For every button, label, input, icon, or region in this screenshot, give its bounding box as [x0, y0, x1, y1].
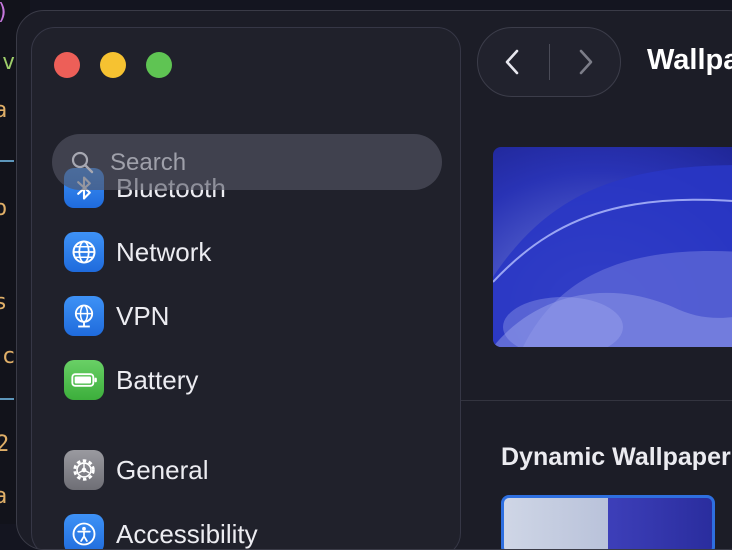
- gear-icon: [64, 450, 104, 490]
- page-title: Wallpa: [647, 44, 732, 76]
- sidebar: Bluetooth Network: [31, 27, 461, 549]
- wallpaper-preview: [493, 147, 732, 347]
- content-pane: Wallpa Dynamic Wallpaper: [461, 11, 732, 549]
- background-code-fragment: s: [0, 290, 8, 315]
- sidebar-item-label: VPN: [116, 301, 170, 331]
- sidebar-item-general[interactable]: General: [50, 446, 430, 494]
- system-settings-window: Bluetooth Network: [16, 10, 732, 550]
- background-code-fragment: v: [2, 50, 16, 75]
- globe-icon: [64, 232, 104, 272]
- section-divider: [461, 400, 732, 401]
- battery-icon: [64, 360, 104, 400]
- chevron-left-icon: [505, 49, 519, 75]
- section-title: Dynamic Wallpaper: [501, 443, 731, 471]
- background-code-fragment: 2: [0, 432, 10, 457]
- background-code-fragment: a: [0, 98, 8, 123]
- forward-button[interactable]: [550, 28, 620, 96]
- background-code-marker: [0, 398, 14, 400]
- background-code-fragment: o: [0, 196, 8, 221]
- vpn-globe-icon: [64, 296, 104, 336]
- search-input[interactable]: [108, 134, 412, 192]
- sidebar-item-label: Battery: [116, 365, 199, 395]
- accessibility-icon: [64, 514, 104, 549]
- background-code-marker: [0, 160, 14, 162]
- settings-list: Bluetooth Network: [32, 28, 460, 549]
- search-icon: [71, 151, 94, 174]
- sidebar-item-label: General: [116, 455, 209, 485]
- wallpaper-thumbnail[interactable]: [501, 495, 715, 549]
- navigation-buttons: [477, 27, 621, 97]
- sidebar-item-vpn[interactable]: VPN: [50, 292, 430, 340]
- sidebar-item-battery[interactable]: Battery: [50, 356, 430, 404]
- sidebar-item-network[interactable]: Network: [50, 228, 430, 276]
- sidebar-item-accessibility[interactable]: Accessibility: [50, 510, 430, 549]
- background-code-fragment: c: [2, 344, 16, 369]
- search-field[interactable]: [52, 134, 442, 192]
- sidebar-item-label: Network: [116, 237, 212, 267]
- background-code-fragment: ): [0, 0, 9, 25]
- chevron-right-icon: [579, 49, 593, 75]
- background-code-fragment: a: [0, 484, 8, 509]
- back-button[interactable]: [478, 28, 548, 96]
